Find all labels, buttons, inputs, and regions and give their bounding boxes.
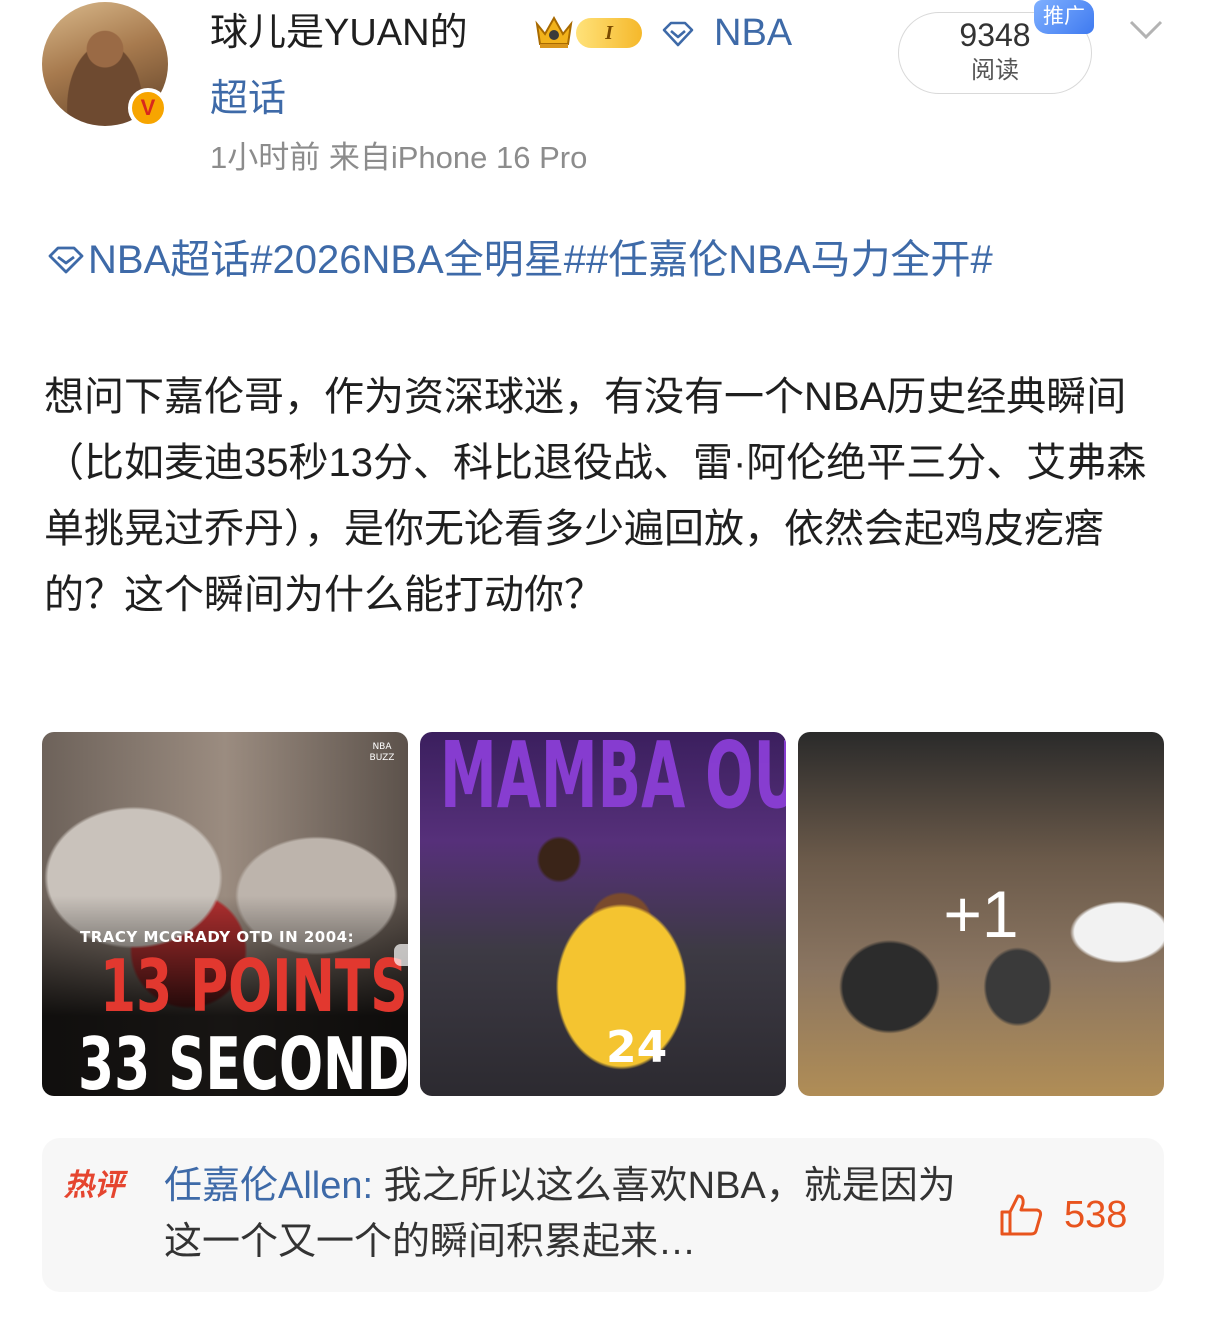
supertopic-gem-icon bbox=[48, 246, 84, 274]
supertopic-link-suffix[interactable]: 超话 bbox=[210, 76, 286, 122]
post-image-1[interactable]: NBA BUZZ TRACY MCGRADY OTD IN 2004: 13 P… bbox=[42, 732, 408, 1096]
hot-comment-text[interactable]: 任嘉伦Allen: 我之所以这么喜欢NBA，就是因为这一个又一个的瞬间积累起来… bbox=[164, 1158, 984, 1270]
read-label: 阅读 bbox=[971, 57, 1019, 84]
hashtags-text[interactable]: NBA超话#2026NBA全明星##任嘉伦NBA马力全开# bbox=[88, 238, 993, 282]
like-count: 538 bbox=[1064, 1194, 1128, 1236]
supertopic-link[interactable]: NBA bbox=[714, 10, 792, 56]
level-badge: I bbox=[576, 18, 642, 48]
post-content: 想问下嘉伦哥，作为资深球迷，有没有一个NBA历史经典瞬间（比如麦迪35秒13分、… bbox=[44, 375, 1147, 617]
thumbs-up-icon[interactable] bbox=[996, 1190, 1046, 1240]
post-image-2[interactable]: MAMBA OUT 24 bbox=[420, 732, 786, 1096]
comment-author[interactable]: 任嘉伦Allen: bbox=[164, 1165, 373, 1207]
hashtags[interactable]: NBA超话#2026NBA全明星##任嘉伦NBA马力全开# bbox=[44, 228, 1174, 292]
image-headline: 13 POINTS bbox=[100, 944, 408, 1028]
username[interactable]: 球儿是YUAN的 bbox=[210, 10, 468, 56]
chevron-down-icon[interactable] bbox=[1128, 18, 1164, 42]
image-subheadline: 33 SECONDS bbox=[78, 1022, 408, 1096]
supertopic-gem-icon bbox=[662, 21, 694, 47]
image-headline: MAMBA OUT bbox=[440, 732, 786, 829]
promo-badge: 推广 bbox=[1034, 0, 1094, 34]
nba-buzz-logo: NBA BUZZ bbox=[369, 742, 395, 763]
more-images-count: +1 bbox=[943, 877, 1019, 951]
jersey-number: 24 bbox=[606, 1022, 668, 1073]
crown-icon bbox=[535, 15, 573, 48]
hot-comment-label: 热评 bbox=[64, 1169, 124, 1202]
post-meta: 1小时前 来自iPhone 16 Pro bbox=[210, 140, 588, 175]
post-image-3[interactable]: +1 bbox=[798, 732, 1164, 1096]
carousel-arrow-icon bbox=[394, 944, 408, 966]
verified-v-icon: V bbox=[128, 88, 168, 128]
